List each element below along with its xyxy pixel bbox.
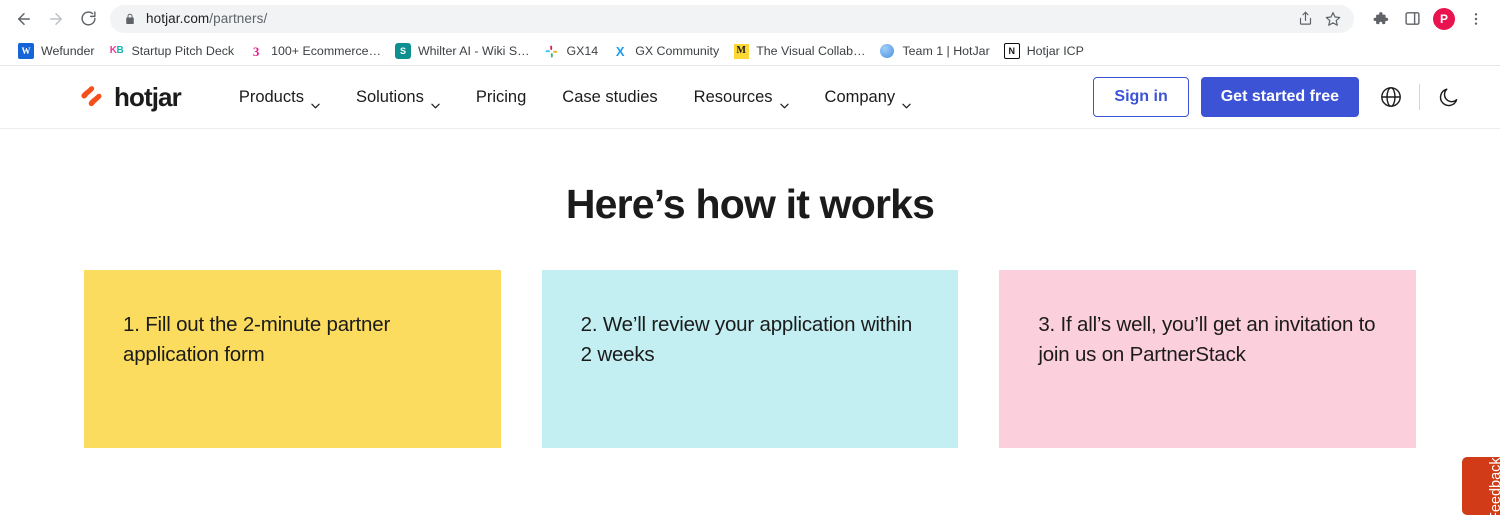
profile-initial: P — [1433, 7, 1455, 30]
bookmark-wefunder[interactable]: W Wefunder — [12, 40, 103, 62]
nav-item-case-studies[interactable]: Case studies — [544, 82, 675, 113]
nav-divider — [1419, 84, 1420, 110]
page-title: Here’s how it works — [565, 181, 935, 227]
bookmark-team-1-hotjar[interactable]: Team 1 | HotJar — [873, 40, 997, 62]
primary-nav-links: Products Solutions Pricing Case studies … — [221, 82, 1094, 113]
bookmark-label: Team 1 | HotJar — [902, 44, 990, 58]
feedback-tab[interactable]: Feedback — [1462, 457, 1500, 515]
nav-label: Solutions — [355, 87, 424, 106]
reload-icon — [80, 11, 96, 26]
bookmark-startup-pitch-deck[interactable]: KB Startup Pitch Deck — [103, 40, 243, 62]
back-button[interactable] — [8, 3, 40, 35]
omnibox-actions — [1292, 6, 1346, 32]
back-arrow-icon — [18, 12, 30, 25]
puzzle-icon[interactable] — [1366, 5, 1394, 33]
step-card-2: 2. We’ll review your application within … — [541, 270, 959, 448]
browser-tool-icons: P — [1358, 5, 1490, 33]
step-card-text: 3. If all’s well, you’ll get an invitati… — [1038, 313, 1376, 367]
three-favicon: 3 — [252, 43, 260, 59]
bookmark-label: GX Community — [635, 44, 720, 58]
bookmark-label: Wefunder — [41, 44, 95, 58]
chevron-down-icon — [902, 95, 911, 109]
notion-favicon: N — [1003, 43, 1020, 59]
step-card-3: 3. If all’s well, you’ll get an invitati… — [999, 270, 1417, 448]
bookmark-label: The Visual Collab… — [756, 44, 866, 58]
kb-favicon: KB — [109, 45, 124, 56]
wefunder-favicon: W — [18, 43, 34, 59]
star-icon[interactable] — [1320, 6, 1346, 32]
nav-label: Products — [238, 87, 304, 106]
chevron-down-icon — [311, 95, 320, 109]
profile-avatar[interactable]: P — [1430, 5, 1458, 33]
hotjar-flame-icon — [80, 86, 106, 108]
bookmark-hotjar-icp[interactable]: N Hotjar ICP — [998, 40, 1092, 62]
brand-name: hotjar — [114, 81, 182, 112]
nav-label: Company — [824, 87, 896, 106]
nav-actions: Sign in Get started free — [1093, 77, 1462, 117]
bookmark-label: Whilter AI - Wiki S… — [417, 44, 530, 58]
lock-icon — [124, 12, 136, 26]
bookmark-100-ecommerce[interactable]: 3 100+ Ecommerce… — [242, 40, 389, 62]
forward-arrow-icon — [50, 12, 62, 25]
nav-item-solutions[interactable]: Solutions — [338, 82, 458, 113]
step-card-1: 1. Fill out the 2-minute partner applica… — [84, 270, 501, 448]
bookmark-gx-community[interactable]: X GX Community — [606, 40, 727, 62]
team-favicon — [879, 43, 895, 59]
chevron-down-icon — [431, 95, 440, 109]
bookmark-the-visual-collab[interactable]: M The Visual Collab… — [727, 40, 873, 62]
url-domain: hotjar.com — [146, 11, 210, 26]
url-text: hotjar.com/partners/ — [146, 11, 1292, 26]
get-started-free-button[interactable]: Get started free — [1200, 77, 1359, 117]
globe-icon[interactable] — [1377, 83, 1405, 111]
visual-collab-favicon: M — [733, 43, 749, 59]
address-bar[interactable]: hotjar.com/partners/ — [110, 4, 1354, 33]
share-icon[interactable] — [1292, 6, 1318, 32]
nav-item-pricing[interactable]: Pricing — [458, 82, 544, 113]
browser-chrome: hotjar.com/partners/ P W Wefunder K B St… — [0, 0, 1500, 66]
reload-button[interactable] — [72, 3, 104, 35]
step-card-text: 2. We’ll review your application within … — [580, 313, 913, 367]
nav-label: Resources — [693, 87, 773, 106]
step-card-text: 1. Fill out the 2-minute partner applica… — [123, 313, 391, 367]
forward-button[interactable] — [40, 3, 72, 35]
bookmark-whilter-ai[interactable]: S Whilter AI - Wiki S… — [389, 40, 538, 62]
hotjar-logo[interactable]: hotjar — [80, 81, 182, 113]
nav-item-company[interactable]: Company — [807, 82, 930, 113]
feedback-tab-label: Feedback — [1488, 457, 1500, 515]
bookmark-label: GX14 — [566, 44, 599, 58]
bookmark-label: Startup Pitch Deck — [131, 44, 235, 58]
bookmark-gx14[interactable]: GX14 — [538, 40, 607, 62]
nav-label: Case studies — [562, 87, 658, 106]
three-dot-menu-icon[interactable] — [1462, 5, 1490, 33]
url-path: /partners/ — [209, 11, 268, 26]
moon-icon[interactable] — [1434, 83, 1462, 111]
page-content: Here’s how it works 1. Fill out the 2-mi… — [0, 129, 1500, 515]
bookmark-label: Hotjar ICP — [1026, 44, 1084, 58]
browser-toolbar: hotjar.com/partners/ P — [0, 0, 1500, 37]
side-panel-icon[interactable] — [1398, 5, 1426, 33]
sharepoint-favicon: S — [394, 43, 411, 59]
x-favicon: X — [615, 43, 625, 59]
bookmarks-bar: W Wefunder KB Startup Pitch Deck 3 100+ … — [0, 37, 1500, 66]
nav-item-products[interactable]: Products — [221, 82, 338, 113]
chevron-down-icon — [779, 95, 789, 109]
sign-in-button[interactable]: Sign in — [1093, 77, 1189, 117]
steps-card-list: 1. Fill out the 2-minute partner applica… — [0, 228, 1500, 448]
bookmark-label: 100+ Ecommerce… — [271, 44, 381, 58]
slack-favicon — [544, 43, 560, 59]
nav-item-resources[interactable]: Resources — [676, 82, 807, 113]
site-navigation: hotjar Products Solutions Pricing Case s… — [0, 66, 1500, 129]
nav-label: Pricing — [475, 87, 527, 106]
